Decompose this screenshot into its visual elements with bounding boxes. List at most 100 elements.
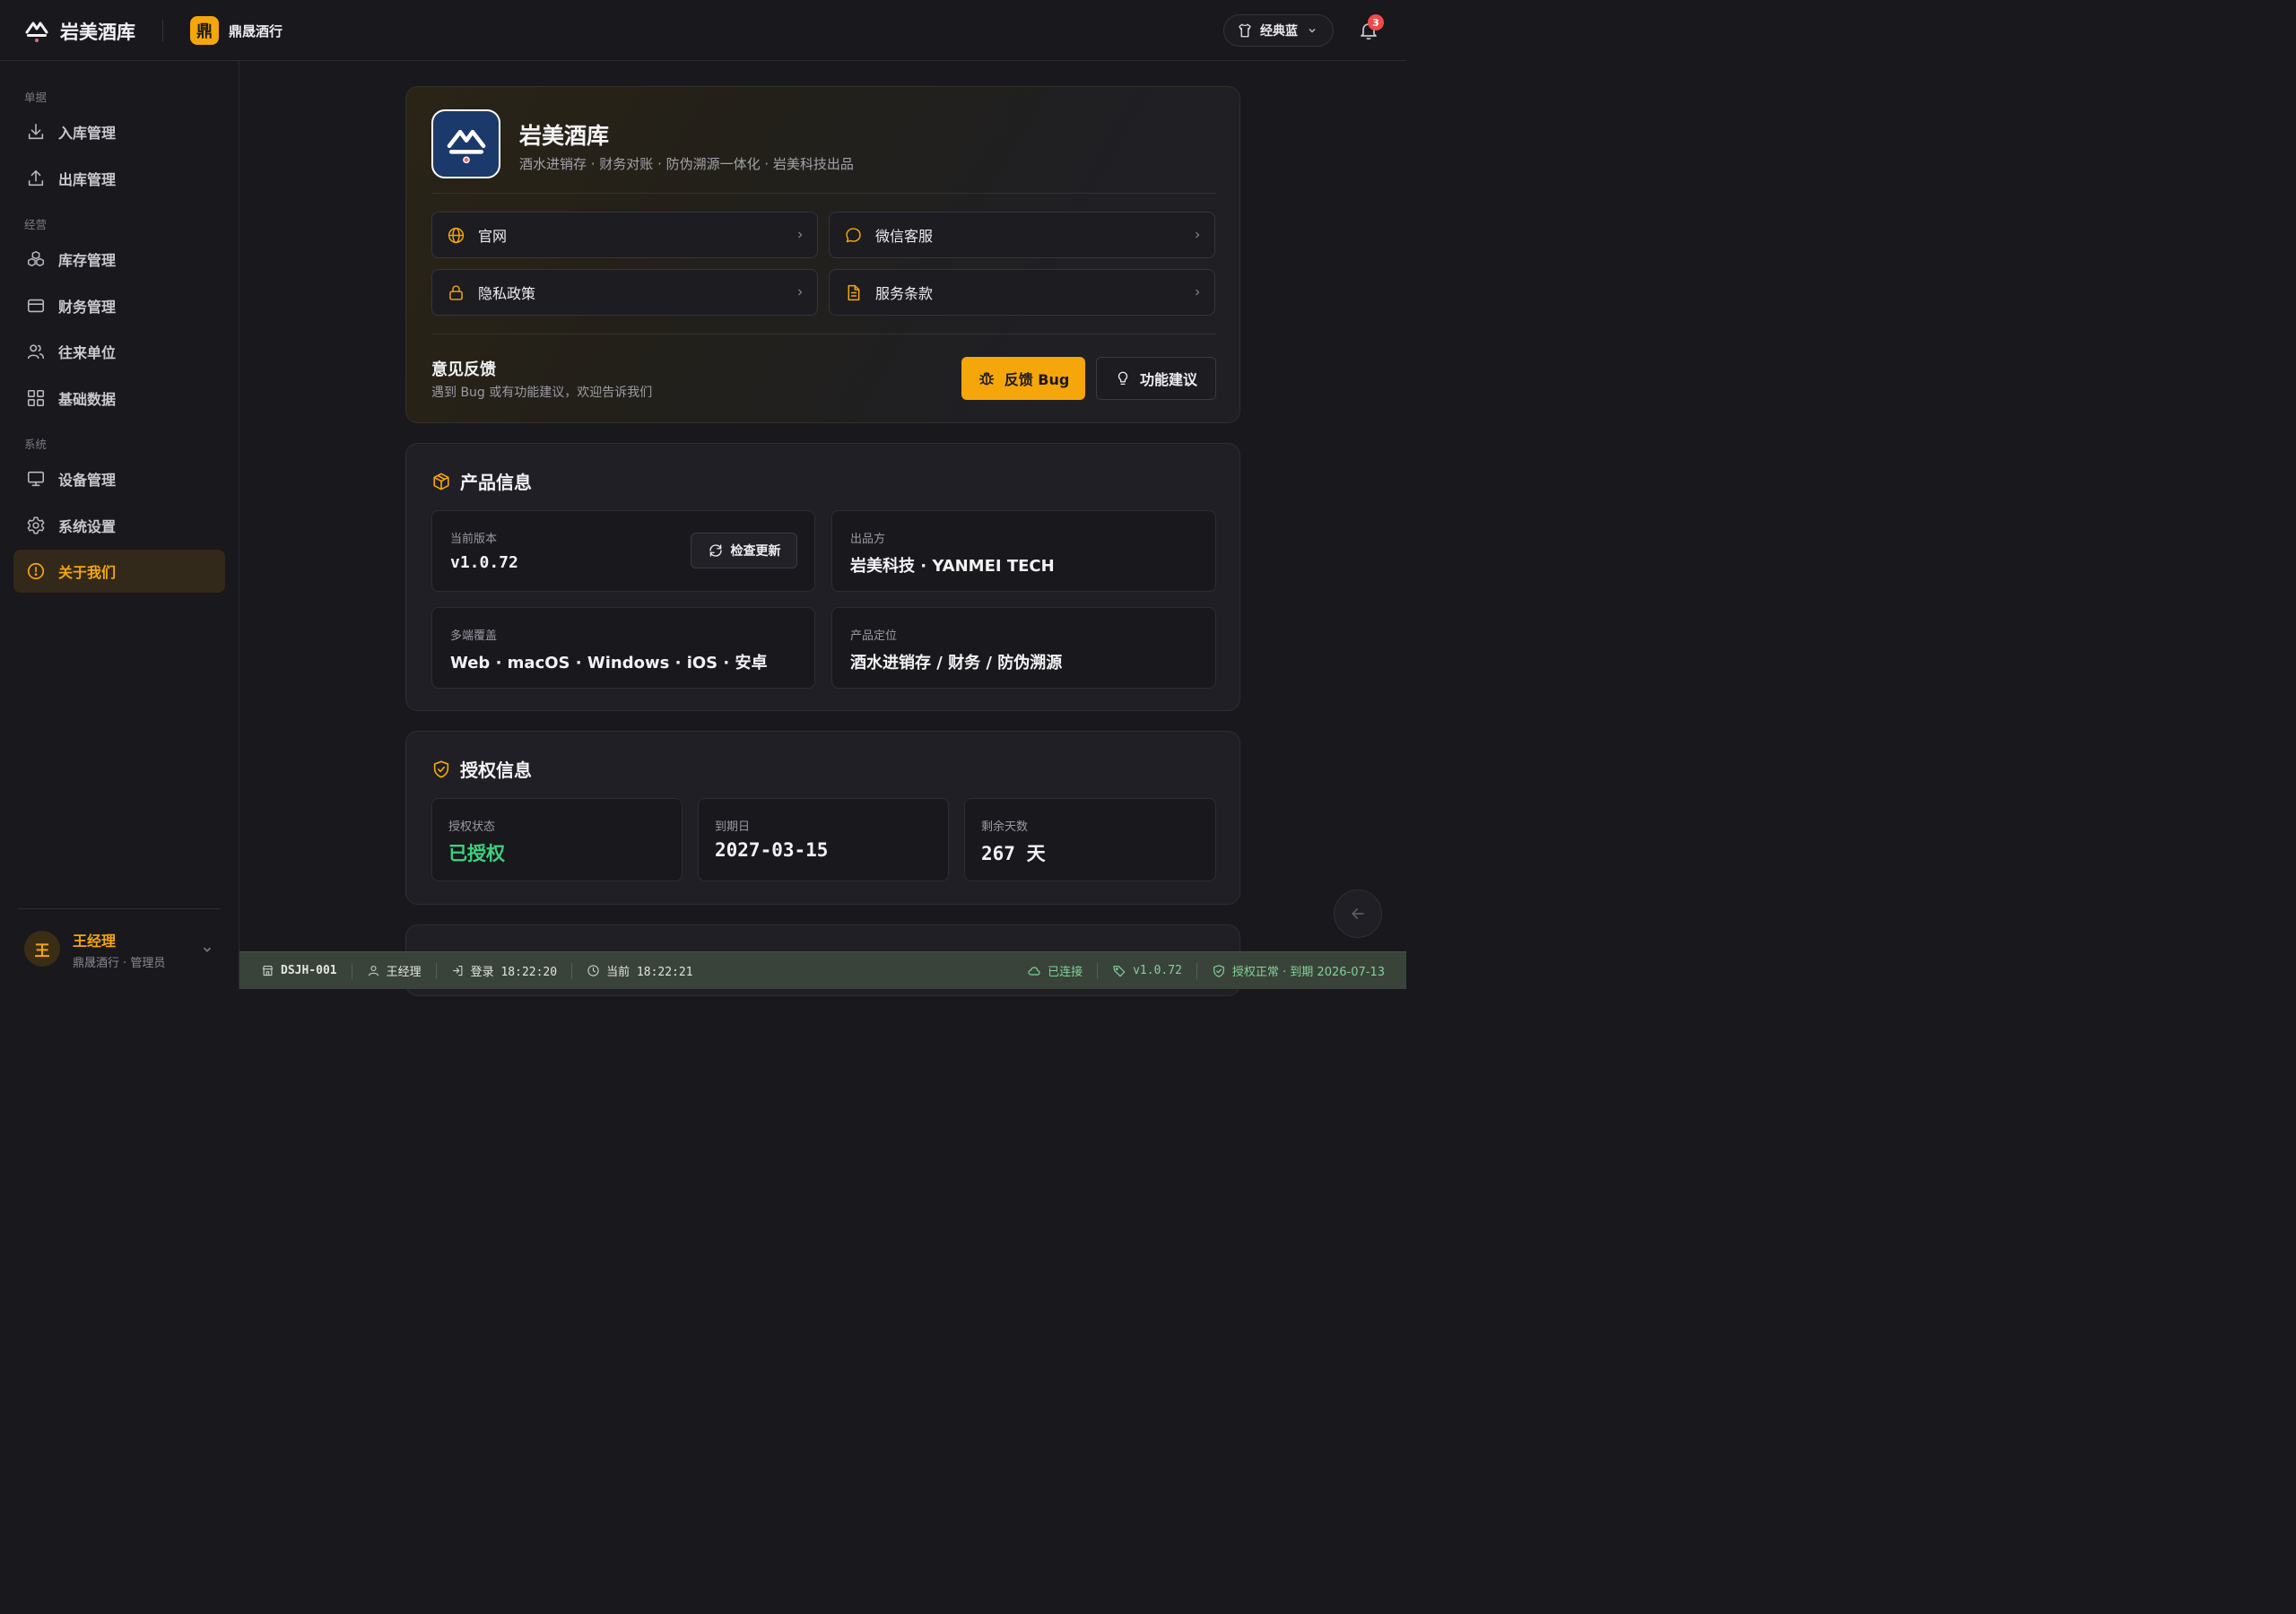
hero-title: 岩美酒库 [519, 123, 610, 149]
shield-check-icon [1212, 964, 1226, 978]
boxes-icon [25, 248, 47, 270]
gear-icon [25, 515, 47, 536]
remaining-days-value: 267 天 [981, 843, 1046, 864]
hero-subtitle: 酒水进销存 · 财务对账 · 防伪溯源一体化 · 岩美科技出品 [519, 156, 854, 172]
license-status-box: 授权状态 已授权 [431, 798, 683, 881]
version-label: 当前版本 [450, 533, 498, 546]
sidebar-section-title: 系统 [24, 438, 48, 451]
app-icon [431, 109, 500, 178]
terms-of-service-link-button[interactable]: 服务条款 [829, 269, 1215, 316]
platforms-value: Web · macOS · Windows · iOS · 安卓 [450, 654, 768, 672]
status-user-name: 王经理 [386, 966, 422, 979]
version-value: v1.0.72 [450, 553, 518, 572]
status-divider [1097, 962, 1099, 979]
positioning-value: 酒水进销存 / 财务 / 防伪溯源 [850, 654, 1063, 672]
privacy-policy-link-button[interactable]: 隐私政策 [431, 269, 818, 316]
sidebar-item-label: 入库管理 [58, 125, 117, 142]
link-label: 微信客服 [875, 228, 934, 245]
theme-switcher-button[interactable]: 经典蓝 [1223, 14, 1334, 47]
monitor-icon [25, 468, 47, 490]
user-role: 鼎晟酒行 · 管理员 [73, 957, 166, 970]
sidebar-section-title: 经营 [24, 218, 48, 231]
back-button[interactable] [1334, 889, 1382, 938]
feedback-title: 意见反馈 [431, 360, 496, 379]
sidebar-item-label: 财务管理 [58, 299, 117, 316]
link-label: 官网 [478, 228, 508, 245]
chevron-right-icon [1193, 230, 1202, 239]
sidebar-item-outbound[interactable]: 出库管理 [13, 157, 225, 200]
sidebar-item-label: 库存管理 [58, 252, 117, 269]
theme-label: 经典蓝 [1260, 24, 1298, 39]
license-status-label: 授权状态 [448, 820, 496, 834]
report-bug-button[interactable]: 反馈 Bug [961, 357, 1085, 400]
store-name[interactable]: 鼎晟酒行 [229, 22, 283, 40]
card-icon [25, 295, 47, 317]
sidebar-item-partners[interactable]: 往来单位 [13, 330, 225, 373]
status-divider [1196, 962, 1197, 979]
sidebar-item-finance[interactable]: 财务管理 [13, 284, 225, 327]
sidebar-item-base-data[interactable]: 基础数据 [13, 377, 225, 420]
users-icon [25, 341, 47, 362]
license-status-text: 授权正常 · 到期 2026-07-13 [1231, 966, 1385, 979]
about-hero-card: 岩美酒库 酒水进销存 · 财务对账 · 防伪溯源一体化 · 岩美科技出品 官网 … [405, 86, 1240, 423]
status-right-group: 已连接 v1.0.72 授权正常 · 到期 2026-07-13 [1027, 962, 1406, 979]
sidebar-item-devices[interactable]: 设备管理 [13, 457, 225, 500]
hero-divider [431, 193, 1216, 194]
clock-icon [587, 964, 600, 977]
status-clock: 当前 18:22:21 [587, 962, 693, 979]
shirt-icon [1237, 22, 1253, 39]
notification-count-badge: 3 [1368, 14, 1384, 30]
bug-icon [978, 369, 996, 387]
sidebar-item-label: 关于我们 [58, 564, 117, 581]
website-link-button[interactable]: 官网 [431, 212, 818, 258]
app-logo-icon[interactable] [23, 17, 50, 44]
feedback-subtitle: 遇到 Bug 或有功能建议，欢迎告诉我们 [431, 386, 653, 400]
status-login: 登录 18:22:20 [451, 962, 557, 979]
lock-icon [447, 283, 465, 302]
check-update-label: 检查更新 [730, 544, 781, 559]
document-icon [844, 283, 863, 302]
version-tag: v1.0.72 [1133, 964, 1182, 977]
sidebar-item-label: 系统设置 [58, 518, 117, 535]
sidebar-item-inbound[interactable]: 入库管理 [13, 110, 225, 153]
user-name[interactable]: 王经理 [73, 929, 116, 950]
license-info-title: 授权信息 [460, 759, 532, 781]
expiry-label: 到期日 [715, 820, 751, 834]
publisher-box: 出品方 岩美科技 · YANMEI TECH [831, 510, 1216, 592]
header-divider [162, 20, 163, 41]
status-divider [435, 962, 437, 979]
wechat-support-link-button[interactable]: 微信客服 [829, 212, 1215, 258]
link-label: 服务条款 [875, 285, 934, 302]
cloud-icon [1027, 964, 1041, 978]
lightbulb-icon [1115, 370, 1131, 386]
top-bar: 岩美酒库 鼎 鼎晟酒行 经典蓝 3 [0, 0, 1406, 61]
user-icon [367, 964, 380, 977]
download-icon [25, 121, 47, 143]
feature-suggestion-label: 功能建议 [1139, 371, 1197, 388]
link-label: 隐私政策 [478, 285, 536, 302]
check-update-button[interactable]: 检查更新 [691, 533, 797, 568]
device-id: DSJH-001 [281, 964, 337, 977]
sidebar-item-label: 往来单位 [58, 344, 117, 361]
globe-icon [447, 226, 465, 245]
store-badge[interactable]: 鼎 [190, 16, 219, 45]
chevron-right-icon [796, 288, 804, 297]
login-icon [451, 964, 465, 977]
sidebar-item-settings[interactable]: 系统设置 [13, 504, 225, 547]
avatar[interactable]: 王 [24, 931, 60, 967]
chevron-down-icon[interactable] [201, 943, 213, 956]
sidebar-item-about[interactable]: 关于我们 [13, 550, 225, 593]
connection-status: 已连接 [1048, 966, 1083, 979]
version-box: 当前版本 v1.0.72 检查更新 [431, 510, 815, 592]
login-time: 登录 18:22:20 [470, 966, 558, 979]
shield-check-icon [431, 759, 451, 779]
store-icon [261, 964, 274, 977]
platforms-label: 多端覆盖 [450, 629, 498, 643]
remaining-days-label: 剩余天数 [981, 820, 1029, 834]
feature-suggestion-button[interactable]: 功能建议 [1096, 357, 1216, 400]
status-connection: 已连接 [1027, 962, 1083, 979]
remaining-days-box: 剩余天数 267 天 [964, 798, 1216, 881]
sidebar-item-inventory[interactable]: 库存管理 [13, 238, 225, 281]
chevron-right-icon [1193, 288, 1202, 297]
status-bar: DSJH-001 王经理 登录 18:22:20 当前 18:22:21 已连接… [239, 951, 1406, 989]
